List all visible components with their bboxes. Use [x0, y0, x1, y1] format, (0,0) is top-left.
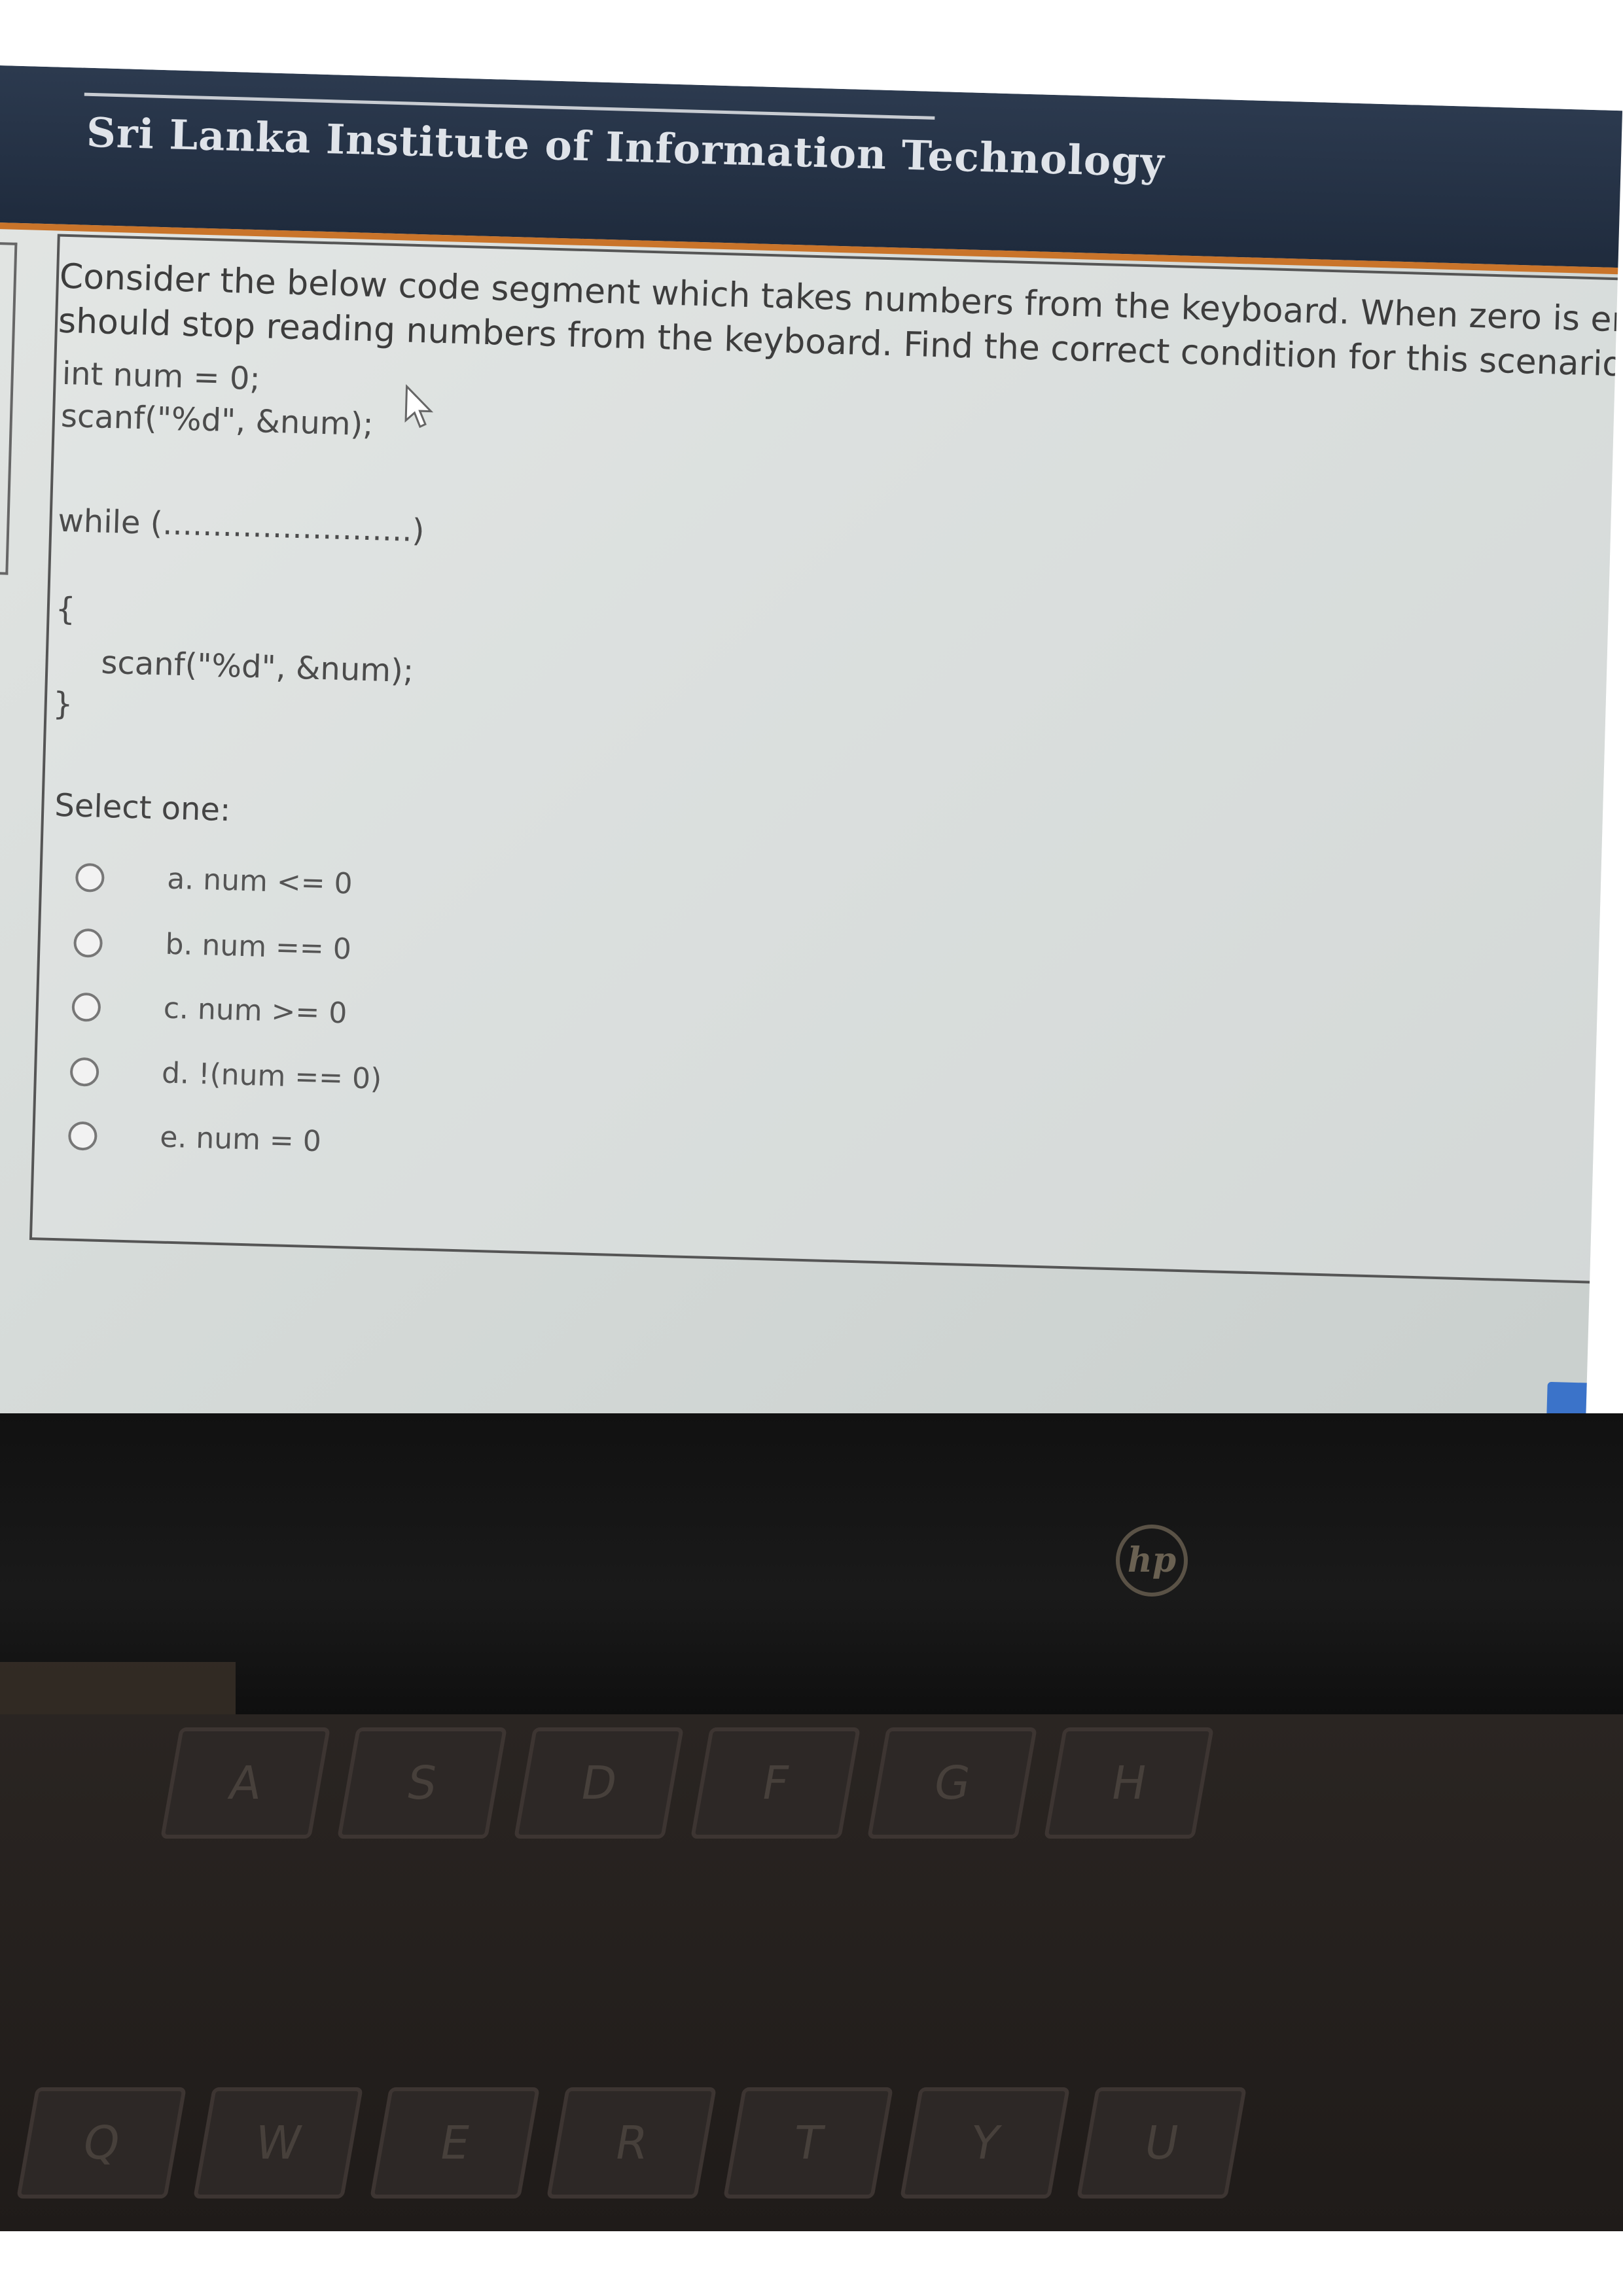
photo-margin — [0, 2231, 1623, 2296]
laptop-screen: Sri Lanka Institute of Information Techn… — [0, 65, 1623, 1475]
laptop-bezel — [0, 1413, 1623, 1714]
option-c-label[interactable]: c. num >= 0 — [163, 992, 348, 1031]
code-line: int num = 0; — [62, 355, 261, 398]
keyboard-key: D — [514, 1727, 684, 1839]
keyboard-key: A — [160, 1727, 330, 1839]
select-one-label: Select one: — [54, 786, 231, 829]
code-line: { — [55, 590, 77, 628]
keyboard-key: G — [867, 1727, 1037, 1839]
keyboard-key: W — [193, 2087, 363, 2199]
keyboard-key: Y — [900, 2087, 1070, 2199]
keyboard-key: H — [1044, 1727, 1214, 1839]
institute-title: Sri Lanka Institute of Information Techn… — [86, 108, 1166, 186]
code-line: } — [52, 685, 74, 723]
mouse-pointer-icon — [404, 384, 434, 429]
left-panel-edge — [0, 241, 18, 575]
laptop-keyboard: A S D F G H Q W E R T Y U — [0, 1714, 1623, 2231]
keyboard-key: T — [723, 2087, 893, 2199]
keyboard-key: Q — [16, 2087, 187, 2199]
hp-logo: hp — [1116, 1525, 1188, 1597]
option-e-label[interactable]: e. num = 0 — [160, 1120, 322, 1158]
option-d-label[interactable]: d. !(num == 0) — [161, 1057, 382, 1096]
keyboard-key: S — [337, 1727, 507, 1839]
keyboard-key: U — [1077, 2087, 1247, 2199]
keyboard-key: F — [690, 1727, 861, 1839]
keyboard-key: R — [546, 2087, 717, 2199]
option-a-label[interactable]: a. num <= 0 — [167, 862, 353, 901]
option-b-label[interactable]: b. num == 0 — [165, 928, 352, 966]
keyboard-key: E — [370, 2087, 540, 2199]
